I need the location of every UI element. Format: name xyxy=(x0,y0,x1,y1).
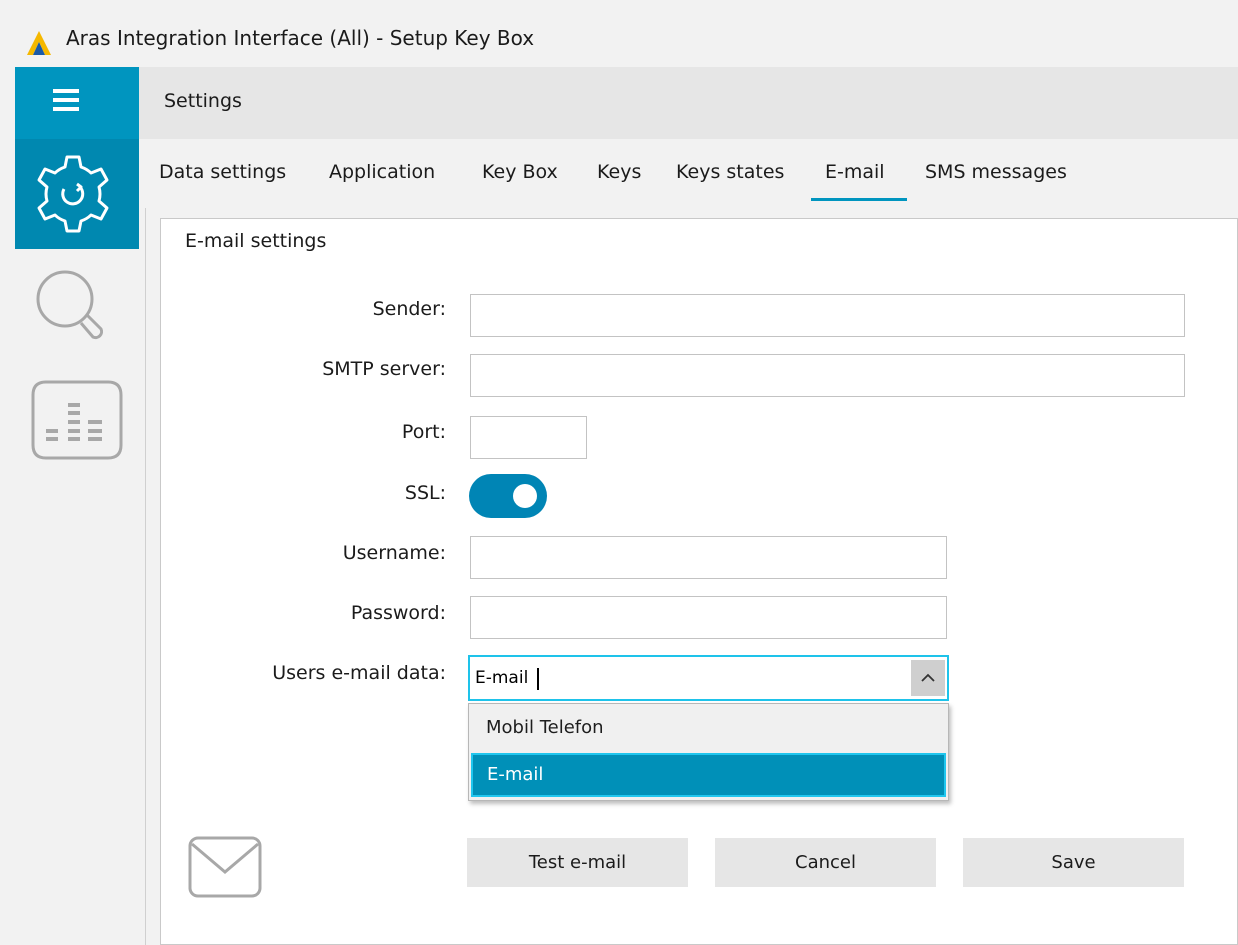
users-email-data-combobox[interactable]: E-mail xyxy=(468,655,949,701)
panel-title: E-mail settings xyxy=(185,230,327,252)
menu-button[interactable] xyxy=(15,67,139,139)
dropdown-toggle-button[interactable] xyxy=(911,660,945,696)
gear-icon xyxy=(37,155,109,233)
tab-application[interactable]: Application xyxy=(329,161,435,183)
panel-divider xyxy=(145,208,146,945)
users-email-data-options: Mobil Telefon E-mail xyxy=(468,703,949,801)
smtp-server-field[interactable] xyxy=(470,354,1185,397)
hamburger-icon xyxy=(53,89,79,113)
password-label: Password: xyxy=(350,602,446,624)
envelope-icon xyxy=(188,836,262,898)
tab-data-settings[interactable]: Data settings xyxy=(159,161,286,183)
tab-email[interactable]: E-mail xyxy=(825,161,885,183)
port-label: Port: xyxy=(401,421,446,443)
active-tab-indicator xyxy=(811,198,907,201)
smtp-server-label: SMTP server: xyxy=(322,358,446,380)
aras-logo-icon xyxy=(27,31,51,55)
sender-field[interactable] xyxy=(470,294,1185,337)
sidebar-item-settings[interactable] xyxy=(15,139,139,249)
page-header: Settings xyxy=(139,67,1238,139)
tab-bar: Data settings Application Key Box Keys K… xyxy=(139,142,1238,202)
sidebar-item-search[interactable] xyxy=(15,249,139,359)
window-title: Aras Integration Interface (All) - Setup… xyxy=(66,26,535,50)
password-field[interactable] xyxy=(470,596,947,639)
combobox-value: E-mail xyxy=(475,668,529,688)
option-mobil-telefon[interactable]: Mobil Telefon xyxy=(469,705,948,751)
sidebar-item-reports[interactable] xyxy=(15,367,139,477)
tab-keys[interactable]: Keys xyxy=(597,161,641,183)
username-field[interactable] xyxy=(470,536,947,579)
tab-key-box[interactable]: Key Box xyxy=(482,161,558,183)
text-caret xyxy=(537,668,539,690)
search-icon xyxy=(36,270,104,340)
ssl-label: SSL: xyxy=(404,482,446,504)
username-label: Username: xyxy=(342,542,446,564)
title-bar: Aras Integration Interface (All) - Setup… xyxy=(0,0,1238,67)
test-email-button[interactable]: Test e-mail xyxy=(467,838,688,887)
chevron-up-icon xyxy=(921,673,935,682)
sender-label: Sender: xyxy=(372,298,446,320)
port-field[interactable] xyxy=(470,416,587,459)
page-title: Settings xyxy=(164,90,242,112)
users-email-data-label: Users e-mail data: xyxy=(272,662,446,684)
cancel-button[interactable]: Cancel xyxy=(715,838,936,887)
tab-keys-states[interactable]: Keys states xyxy=(676,161,784,183)
ssl-toggle[interactable] xyxy=(469,474,547,518)
save-button[interactable]: Save xyxy=(963,838,1184,887)
sidebar xyxy=(0,67,139,945)
option-email[interactable]: E-mail xyxy=(471,753,946,797)
tab-sms-messages[interactable]: SMS messages xyxy=(925,161,1067,183)
toggle-knob xyxy=(513,484,537,508)
report-list-icon xyxy=(31,380,123,460)
